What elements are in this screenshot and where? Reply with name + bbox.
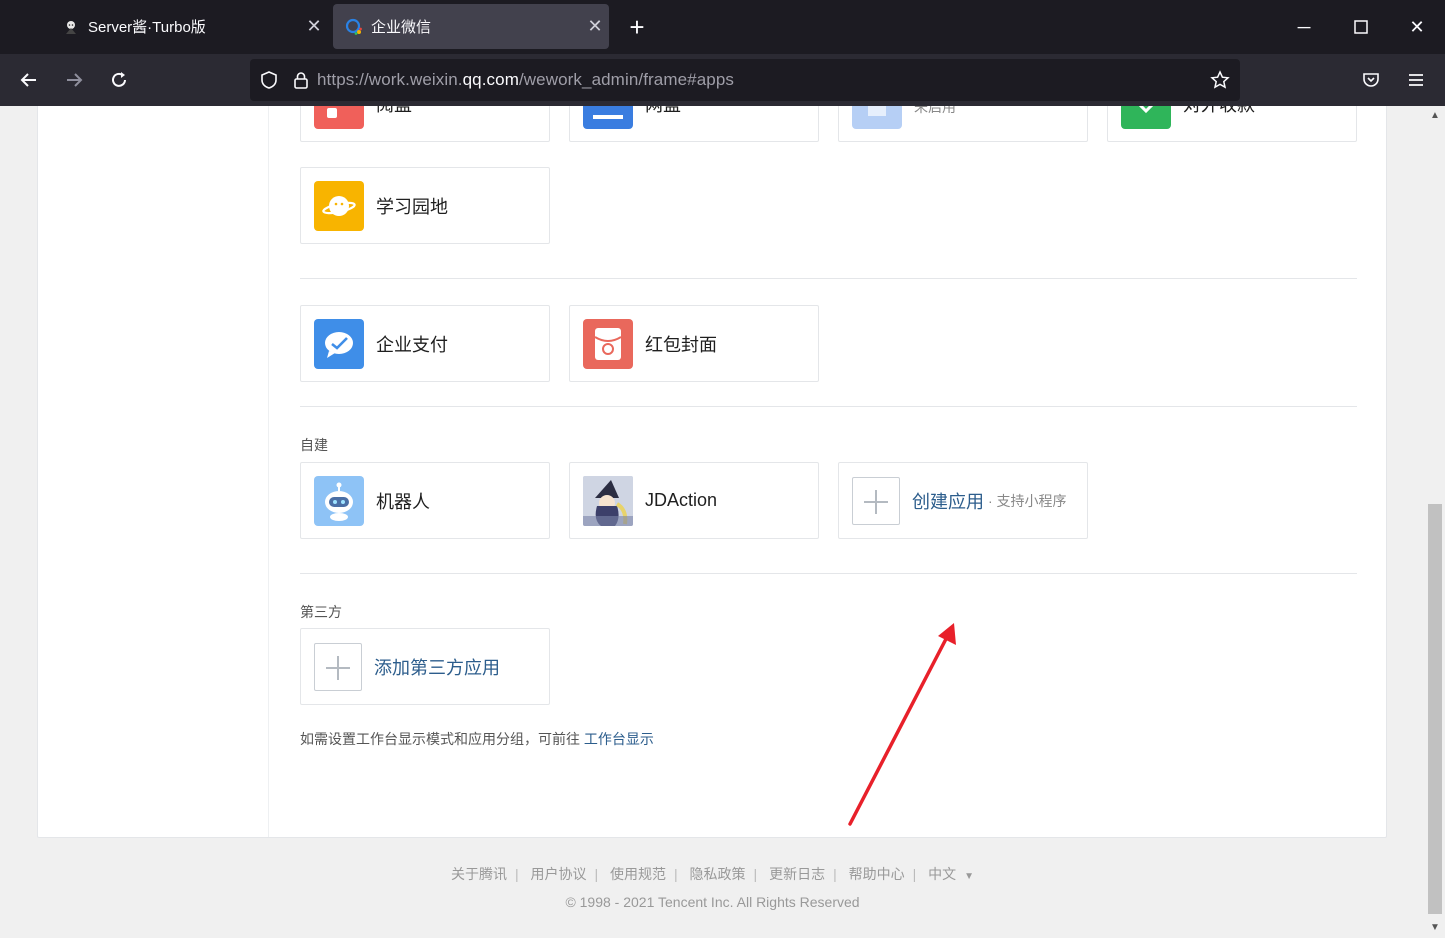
address-bar[interactable]: https://work.weixin.qq.com/wework_admin/…	[250, 59, 1240, 101]
tab-wework[interactable]: 企业微信 ✕	[333, 4, 609, 49]
plus-icon	[852, 476, 900, 525]
url-domain: qq.com	[462, 70, 519, 89]
red-packet-icon	[583, 318, 633, 369]
robot-icon	[314, 475, 364, 526]
navigation-toolbar: https://work.weixin.qq.com/wework_admin/…	[0, 54, 1445, 106]
lock-icon[interactable]	[293, 71, 311, 89]
app-card-learning[interactable]: 学习园地	[300, 167, 550, 244]
app-name: 红包封面	[645, 334, 717, 355]
wework-logo-icon	[345, 18, 363, 36]
app-card-disabled[interactable]: 未启用	[838, 106, 1088, 142]
new-tab-button[interactable]: +	[622, 12, 652, 42]
workbench-display-link[interactable]: 工作台显示	[584, 731, 654, 747]
section-divider	[300, 406, 1357, 407]
tab-title: Server酱·Turbo版	[88, 19, 206, 36]
copyright-text: © 1998 - 2021 Tencent Inc. All Rights Re…	[565, 894, 860, 910]
page-content: 阅盘 网盘 未启用 对外收款 学习园地	[0, 106, 1425, 938]
planet-icon	[314, 180, 364, 231]
app-card-yuepan[interactable]: 阅盘	[300, 106, 550, 142]
note-text: 如需设置工作台显示模式和应用分组，可前往	[300, 731, 584, 747]
create-app-button[interactable]: 创建应用 · 支持小程序	[838, 462, 1088, 539]
add-third-party-label[interactable]: 添加第三方应用	[374, 654, 500, 680]
app-name: 学习园地	[376, 196, 448, 217]
footer-link-usage-rules[interactable]: 使用规范	[610, 866, 666, 882]
pocket-icon[interactable]	[1355, 64, 1387, 96]
app-icon	[852, 106, 902, 129]
app-name: 对外收款	[1183, 106, 1255, 117]
forward-arrow-icon[interactable]	[58, 64, 90, 96]
anime-avatar-icon	[583, 475, 633, 526]
add-third-party-app-button[interactable]: 添加第三方应用	[300, 628, 550, 705]
footer-links: 关于腾讯 | 用户协议 | 使用规范 | 隐私政策 | 更新日志 | 帮助中心 | 中文 ▼	[450, 866, 975, 882]
url-path: /wework_admin/frame#apps	[518, 70, 734, 89]
app-card-payment-collect[interactable]: 对外收款	[1107, 106, 1357, 142]
section-label-third-party: 第三方	[300, 604, 342, 620]
bookmark-star-icon[interactable]	[1210, 70, 1230, 90]
shield-icon[interactable]	[259, 70, 279, 90]
create-app-label[interactable]: 创建应用	[912, 488, 984, 514]
url-text[interactable]: https://work.weixin.qq.com/wework_admin/…	[317, 70, 734, 90]
maximize-icon[interactable]	[1346, 12, 1376, 42]
language-select[interactable]: 中文	[928, 866, 956, 882]
section-divider	[300, 573, 1357, 574]
app-card-wangpan[interactable]: 网盘	[569, 106, 819, 142]
chevron-down-icon[interactable]: ▼	[964, 871, 974, 882]
back-arrow-icon[interactable]	[13, 64, 45, 96]
plus-icon	[314, 642, 362, 691]
close-tab-icon[interactable]: ✕	[581, 16, 609, 37]
app-icon	[314, 106, 364, 129]
app-icon	[583, 106, 633, 129]
footer-link-privacy[interactable]: 隐私政策	[690, 866, 746, 882]
left-sidebar	[38, 106, 269, 837]
footer-link-help[interactable]: 帮助中心	[849, 866, 905, 882]
tab-bar: Server酱·Turbo版 ✕ 企业微信 ✕ + ─ ✕	[0, 0, 1445, 54]
app-name: JDAction	[645, 490, 718, 510]
menu-hamburger-icon[interactable]	[1400, 64, 1432, 96]
url-prefix: https://work.weixin.	[317, 70, 463, 89]
tab-title: 企业微信	[371, 19, 432, 36]
workbench-note: 如需设置工作台显示模式和应用分组，可前往 工作台显示	[300, 729, 654, 749]
footer-link-about[interactable]: 关于腾讯	[451, 866, 507, 882]
app-name: 企业支付	[376, 334, 448, 355]
app-name: 机器人	[376, 491, 430, 512]
app-card-jdaction[interactable]: JDAction	[569, 462, 819, 539]
page-footer: 关于腾讯 | 用户协议 | 使用规范 | 隐私政策 | 更新日志 | 帮助中心 | 中文 ▼ …	[0, 864, 1425, 910]
app-icon	[1121, 106, 1171, 129]
section-label-custom: 自建	[300, 437, 328, 453]
chat-bubble-icon	[314, 318, 364, 369]
footer-link-changelog[interactable]: 更新日志	[769, 866, 825, 882]
anime-avatar-icon	[62, 18, 80, 36]
scrollbar-thumb[interactable]	[1428, 504, 1442, 914]
mini-program-hint: · 支持小程序	[988, 492, 1067, 509]
app-card-robot[interactable]: 机器人	[300, 462, 550, 539]
close-window-icon[interactable]: ✕	[1402, 12, 1432, 42]
app-name: 网盘	[645, 106, 681, 117]
footer-link-agreement[interactable]: 用户协议	[530, 866, 586, 882]
app-management-panel: 阅盘 网盘 未启用 对外收款 学习园地	[37, 106, 1387, 838]
tab-serverchan[interactable]: Server酱·Turbo版 ✕	[50, 4, 328, 49]
app-card-enterprise-pay[interactable]: 企业支付	[300, 305, 550, 382]
minimize-icon[interactable]: ─	[1289, 12, 1319, 42]
app-name: 阅盘	[376, 106, 412, 117]
scroll-down-arrow-icon[interactable]: ▼	[1425, 918, 1445, 938]
app-card-red-packet-cover[interactable]: 红包封面	[569, 305, 819, 382]
vertical-scrollbar[interactable]: ▲ ▼	[1425, 106, 1445, 938]
reload-icon[interactable]	[103, 64, 135, 96]
red-annotation-arrow	[848, 623, 956, 826]
scroll-up-arrow-icon[interactable]: ▲	[1425, 106, 1445, 126]
section-divider	[300, 278, 1357, 279]
app-status: 未启用	[914, 106, 956, 115]
close-tab-icon[interactable]: ✕	[300, 16, 328, 37]
